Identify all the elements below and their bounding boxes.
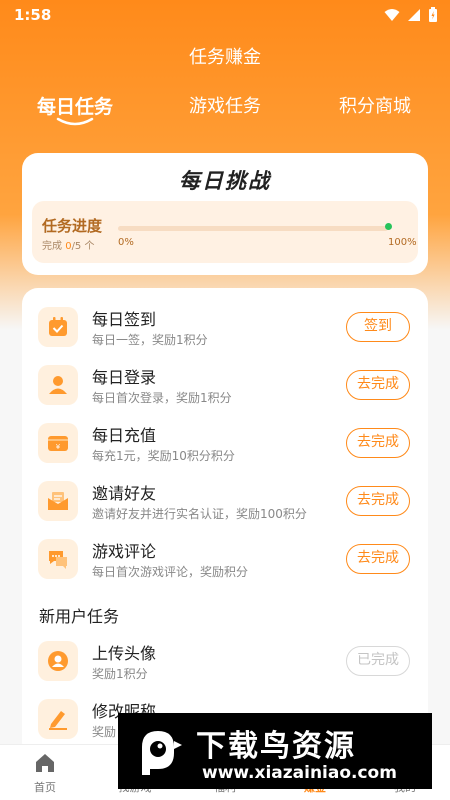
watermark-title: 下载鸟资源 — [196, 729, 356, 764]
progress-max-label: 100% — [388, 237, 417, 248]
task-description: 奖励 — [92, 725, 117, 739]
progress-label: 任务进度 — [42, 217, 103, 235]
task-item-game-review: 游戏评论 每日首次游戏评论，奖励积分 去完成 — [22, 530, 428, 588]
task-description: 每充1元，奖励10积分积分 — [92, 449, 235, 463]
task-description: 奖励1积分 — [92, 667, 148, 681]
go-complete-button[interactable]: 去完成 — [346, 486, 410, 516]
task-item-upload-avatar: 上传头像 奖励1积分 已完成 — [22, 632, 428, 690]
completed-button[interactable]: 已完成 — [346, 646, 410, 676]
progress-panel: 任务进度 完成 0/5 个 0% 100% — [32, 201, 418, 263]
challenge-title: 每日挑战 — [179, 169, 271, 193]
home-icon — [36, 754, 54, 772]
go-complete-button[interactable]: 去完成 — [346, 370, 410, 400]
comment-icon — [38, 539, 78, 579]
status-icons — [384, 7, 438, 23]
task-name: 游戏评论 — [92, 542, 157, 561]
progress-total: /5 个 — [71, 241, 95, 252]
go-complete-button[interactable]: 去完成 — [346, 428, 410, 458]
avatar-upload-icon — [38, 641, 78, 681]
daily-challenge-card: 每日挑战 任务进度 完成 0/5 个 0% 100% — [22, 153, 428, 275]
wifi-icon — [384, 9, 400, 21]
task-item-daily-login: 每日登录 每日首次登录，奖励1积分 去完成 — [22, 356, 428, 414]
task-item-invite-friends: 邀请好友 邀请好友并进行实名认证，奖励100积分 去完成 — [22, 472, 428, 530]
page-title: 任务赚金 — [189, 47, 261, 68]
svg-text:¥: ¥ — [56, 443, 61, 451]
task-name: 邀请好友 — [92, 484, 157, 503]
task-name: 每日签到 — [92, 310, 157, 329]
nav-home[interactable]: 首页 — [0, 751, 90, 795]
task-description: 邀请好友并进行实名认证，奖励100积分 — [92, 507, 307, 521]
tasks-card: 每日签到 每日一签，奖励1积分 签到 每日登录 每日首次登录，奖励1积分 去完成… — [22, 288, 428, 758]
nav-label: 首页 — [34, 781, 56, 794]
watermark-banner: 下载鸟资源 www.xiazainiao.com — [118, 713, 432, 789]
screen: 1:58 任务赚金 每日任务 游戏任务 积分商城 每日挑战 任务进度 完成 0/… — [0, 0, 450, 800]
task-item-daily-recharge: ¥ 每日充值 每充1元，奖励10积分积分 去完成 — [22, 414, 428, 472]
task-name: 每日充值 — [92, 426, 157, 445]
calendar-check-icon — [38, 307, 78, 347]
battery-icon — [429, 7, 437, 22]
task-name: 上传头像 — [92, 644, 157, 663]
go-complete-button[interactable]: 去完成 — [346, 544, 410, 574]
mail-invite-icon — [38, 481, 78, 521]
task-description: 每日首次登录，奖励1积分 — [92, 391, 232, 405]
bird-logo-icon — [142, 731, 182, 775]
progress-count-prefix: 完成 — [42, 241, 66, 252]
progress-end-dot — [385, 223, 392, 230]
signal-icon — [408, 9, 420, 21]
task-name: 每日登录 — [92, 368, 157, 387]
progress-bar — [118, 226, 388, 231]
tab-daily-tasks[interactable]: 每日任务 — [15, 92, 135, 119]
sign-in-button[interactable]: 签到 — [346, 312, 410, 342]
progress-min-label: 0% — [118, 237, 134, 248]
status-bar: 1:58 — [0, 0, 450, 30]
progress-count: 完成 0/5 个 — [42, 237, 94, 252]
watermark-url: www.xiazainiao.com — [202, 763, 397, 783]
task-description: 每日一签，奖励1积分 — [92, 333, 208, 347]
tab-game-tasks[interactable]: 游戏任务 — [165, 92, 285, 118]
task-description: 每日首次游戏评论，奖励积分 — [92, 565, 249, 579]
wallet-yen-icon: ¥ — [38, 423, 78, 463]
status-time: 1:58 — [14, 6, 52, 24]
task-item-sign-in: 每日签到 每日一签，奖励1积分 签到 — [22, 298, 428, 356]
new-user-section-title: 新用户任务 — [39, 607, 120, 626]
user-icon — [38, 365, 78, 405]
tab-active-indicator — [56, 117, 94, 126]
tab-points-mall[interactable]: 积分商城 — [315, 92, 435, 118]
edit-pen-icon — [38, 699, 78, 739]
